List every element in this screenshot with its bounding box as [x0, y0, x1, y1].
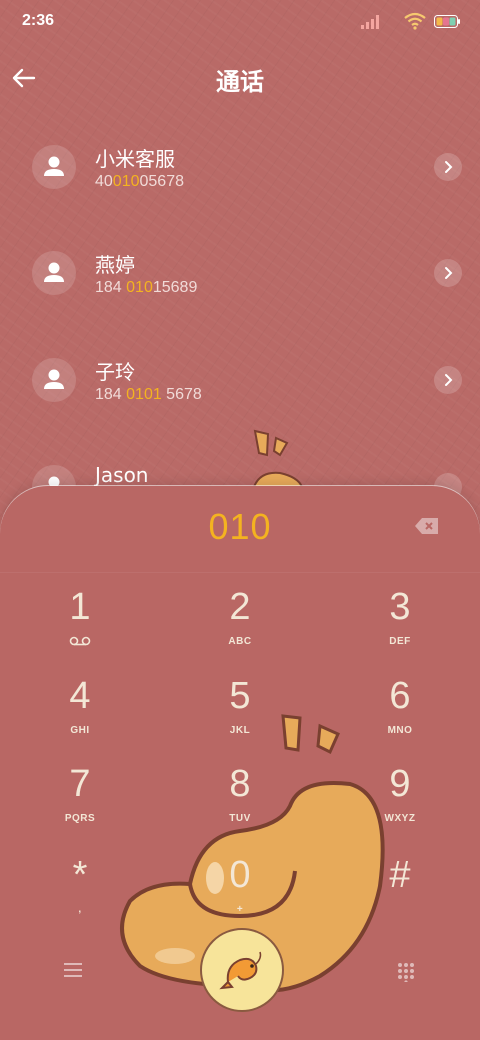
contact-number: 4001005678 — [95, 173, 184, 191]
key-letters: TUV — [229, 813, 251, 824]
person-icon — [44, 156, 64, 176]
number-match: 010 — [126, 279, 153, 296]
contact-detail-button[interactable] — [434, 259, 462, 287]
status-bar: 2:36 — [0, 0, 480, 44]
key-letters: JKL — [229, 725, 251, 736]
number-suffix: 5678 — [161, 386, 202, 403]
person-icon — [44, 369, 64, 389]
key-digit: # — [389, 854, 411, 896]
key-digit: 7 — [69, 763, 91, 805]
key-8[interactable]: 8 TUV — [180, 763, 300, 847]
page-title: 通话 — [216, 68, 264, 96]
contact-row[interactable]: 燕婷 184 01015689 — [0, 233, 480, 323]
key-letters: GHI — [70, 725, 90, 736]
key-letters: DEF — [389, 636, 411, 647]
avatar — [32, 145, 76, 189]
number-match: 010 — [112, 173, 140, 190]
key-1[interactable]: 1 — [20, 586, 140, 670]
key-0[interactable]: 0 + — [180, 854, 300, 938]
number-prefix: 184 — [95, 279, 127, 296]
key-digit: 3 — [389, 586, 411, 628]
peanut-sprouts-decoration — [252, 429, 304, 487]
contact-detail-button[interactable] — [434, 366, 462, 394]
menu-icon — [64, 963, 82, 977]
number-prefix: 40 — [95, 173, 113, 190]
dialed-number: 010 — [208, 506, 272, 547]
contact-name: 子玲 — [95, 360, 135, 384]
key-letters: WXYZ — [384, 813, 416, 824]
key-hash[interactable]: # — [340, 854, 460, 938]
contact-name: 小米客服 — [95, 147, 175, 171]
contact-name: Jason — [95, 463, 149, 487]
number-suffix: 05678 — [139, 173, 185, 190]
person-icon — [44, 262, 64, 282]
dial-number-display: 010 — [0, 486, 480, 573]
call-button[interactable] — [200, 928, 284, 1012]
key-digit: 4 — [69, 675, 91, 717]
contact-number: 184 01015689 — [95, 279, 197, 297]
keypad-icon — [398, 963, 414, 984]
key-digit: 5 — [229, 675, 251, 717]
key-digit: * — [72, 854, 88, 896]
number-prefix: 184 — [95, 386, 127, 403]
backspace-icon — [415, 518, 438, 534]
chevron-right-icon — [445, 267, 453, 279]
number-match: 0101 — [126, 386, 162, 403]
key-star[interactable]: * , — [20, 854, 140, 938]
keypad-toggle-button[interactable] — [396, 962, 416, 984]
key-9[interactable]: 9 WXYZ — [340, 763, 460, 847]
contact-name: 燕婷 — [95, 253, 135, 277]
avatar — [32, 358, 76, 402]
number-suffix: 15689 — [152, 279, 198, 296]
delete-button[interactable] — [414, 516, 440, 536]
contact-number: 184 0101 5678 — [95, 386, 202, 404]
menu-button[interactable] — [62, 960, 84, 980]
key-2[interactable]: 2 ABC — [180, 586, 300, 670]
contact-row[interactable]: 小米客服 4001005678 — [0, 127, 480, 217]
key-letters: MNO — [387, 725, 413, 736]
key-5[interactable]: 5 JKL — [180, 675, 300, 759]
key-digit: 1 — [69, 586, 91, 628]
contact-row[interactable]: 子玲 184 0101 5678 — [0, 340, 480, 430]
key-4[interactable]: 4 GHI — [20, 675, 140, 759]
chevron-right-icon — [445, 161, 453, 173]
chevron-right-icon — [445, 374, 453, 386]
key-letters: + — [236, 904, 244, 915]
key-letters: , — [78, 904, 82, 915]
key-letters: PQRS — [64, 813, 96, 824]
status-time: 2:36 — [22, 12, 55, 29]
key-digit: 8 — [229, 763, 251, 805]
avatar — [32, 251, 76, 295]
voicemail-icon — [69, 636, 91, 646]
key-digit: 9 — [389, 763, 411, 805]
key-3[interactable]: 3 DEF — [340, 586, 460, 670]
key-letters: ABC — [228, 636, 252, 647]
battery-icon — [434, 15, 460, 28]
signal-icon — [361, 15, 379, 29]
key-digit: 2 — [229, 586, 251, 628]
key-7[interactable]: 7 PQRS — [20, 763, 140, 847]
contact-detail-button[interactable] — [434, 153, 462, 181]
key-6[interactable]: 6 MNO — [340, 675, 460, 759]
shrimp-call-icon — [219, 951, 262, 990]
wifi-icon — [404, 12, 426, 30]
dialer-panel: 010 1 2 ABC 3 DEF 4 GHI 5 JKL 6 MNO 7 PQ… — [0, 486, 480, 1040]
key-digit: 6 — [389, 675, 411, 717]
key-digit: 0 — [229, 854, 251, 896]
